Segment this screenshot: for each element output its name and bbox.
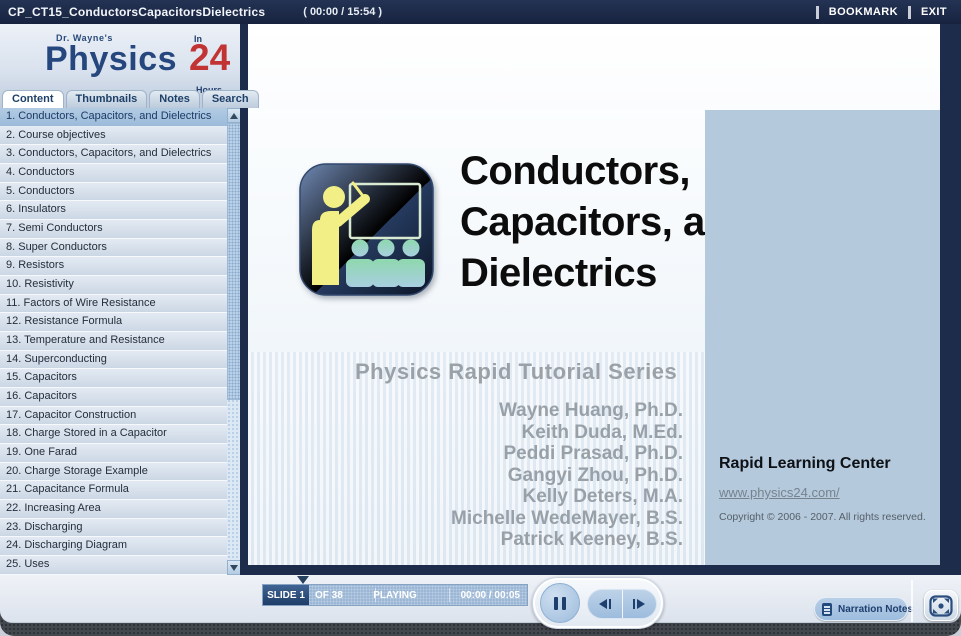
brand-heading: Rapid Learning Center — [719, 455, 891, 472]
slide-list-item[interactable]: 14. Superconducting — [0, 350, 227, 370]
pause-icon — [554, 596, 558, 610]
scroll-down-arrow-icon — [230, 564, 238, 571]
presenter-classroom-icon — [298, 162, 435, 297]
scroll-up-button[interactable] — [227, 108, 241, 123]
copyright-text: Copyright © 2006 - 2007. All rights rese… — [719, 511, 926, 523]
fullscreen-icon — [929, 594, 953, 617]
slide-progress-bar[interactable]: SLIDE 1 OF 38 PLAYING 00:00 / 00:05 — [262, 584, 528, 606]
tab-search[interactable]: Search — [201, 90, 259, 108]
fullscreen-button[interactable] — [924, 590, 958, 621]
slide-list-item[interactable]: 23. Discharging — [0, 518, 227, 538]
step-forward-icon — [637, 599, 646, 609]
author-name: Patrick Keeney, B.S. — [500, 529, 683, 550]
slide-list-item[interactable]: 15. Capacitors — [0, 369, 227, 389]
previous-slide-button[interactable] — [588, 590, 623, 618]
author-list: Wayne Huang, Ph.D. Keith Duda, M.Ed. Ped… — [451, 400, 683, 551]
slide-list-item[interactable]: 17. Capacitor Construction — [0, 406, 227, 426]
scrollbar-thumb[interactable] — [227, 123, 241, 400]
slide-list-item[interactable]: 18. Charge Stored in a Capacitor — [0, 425, 227, 445]
playback-control-bar: SLIDE 1 OF 38 PLAYING 00:00 / 00:05 Narr… — [0, 575, 961, 636]
tab-notes[interactable]: Notes — [149, 90, 200, 108]
author-name: Kelly Deters, M.A. — [522, 486, 684, 507]
branding-panel: Rapid Learning Center www.physics24.com/… — [705, 110, 940, 565]
branding-block: Rapid Learning Center www.physics24.com/… — [719, 455, 932, 523]
pause-icon — [562, 596, 566, 610]
title-bar-actions: BOOKMARK EXIT — [815, 5, 947, 19]
slide-list-item[interactable]: 6. Insulators — [0, 201, 227, 221]
separator — [815, 5, 819, 19]
slide-right-border — [940, 24, 961, 575]
sidebar-tabs: Content Thumbnails Notes Search — [2, 90, 259, 108]
website-link[interactable]: www.physics24.com/ — [719, 485, 840, 500]
slide-list-item[interactable]: 7. Semi Conductors — [0, 220, 227, 239]
slide-list-item[interactable]: 10. Resistivity — [0, 276, 227, 295]
scroll-up-arrow-icon — [230, 112, 238, 119]
slide-list-item[interactable]: 12. Resistance Formula — [0, 313, 227, 333]
step-back-icon — [598, 599, 607, 609]
slide-list-item[interactable]: 20. Charge Storage Example — [0, 462, 227, 482]
slide-list-item[interactable]: 13. Temperature and Resistance — [0, 332, 227, 351]
separator — [911, 580, 913, 622]
author-name: Michelle WedeMayer, B.S. — [451, 507, 683, 529]
scroll-down-button[interactable] — [227, 560, 241, 575]
author-name: Gangyi Zhou, Ph.D. — [507, 464, 683, 486]
slide-bottom-border — [248, 565, 940, 575]
author-name: Keith Duda, M.Ed. — [521, 421, 684, 443]
slide-list-item[interactable]: 11. Factors of Wire Resistance — [0, 294, 227, 314]
total-time-display: ( 00:00 / 15:54 ) — [303, 6, 383, 18]
tab-content[interactable]: Content — [2, 90, 64, 108]
slide-list-item[interactable]: 5. Conductors — [0, 182, 227, 202]
slide-list-item[interactable]: 8. Super Conductors — [0, 238, 227, 258]
course-player-window: CP_CT15_ConductorsCapacitorsDielectrics … — [0, 0, 961, 636]
exit-button[interactable]: EXIT — [921, 6, 947, 18]
series-subtitle: Physics Rapid Tutorial Series — [355, 359, 678, 384]
slide-list-item[interactable]: 4. Conductors — [0, 164, 227, 183]
slide-list-item[interactable]: 9. Resistors — [0, 257, 227, 277]
slide-list-item[interactable]: 3. Conductors, Capacitors, and Dielectri… — [0, 145, 227, 165]
slide-list-item[interactable]: 1. Conductors, Capacitors, and Dielectri… — [0, 108, 227, 127]
course-file-title: CP_CT15_ConductorsCapacitorsDielectrics — [8, 5, 266, 19]
step-back-icon — [608, 599, 611, 609]
toc-scrollbar[interactable] — [227, 108, 241, 575]
slide-canvas: Conductors, Capacitors, and Dielectrics … — [248, 110, 940, 565]
slide-list-item[interactable]: 19. One Farad — [0, 444, 227, 463]
tab-thumbnails[interactable]: Thumbnails — [65, 90, 148, 108]
slide-top-margin — [248, 24, 940, 110]
narration-notes-button[interactable]: Narration Notes — [814, 597, 913, 621]
slide-list-item[interactable]: 24. Discharging Diagram — [0, 537, 227, 557]
next-slide-button[interactable] — [623, 590, 657, 618]
logo-in-word: In — [194, 34, 202, 44]
slide-list-item[interactable]: 21. Capacitance Formula — [0, 481, 227, 501]
step-forward-icon — [633, 599, 636, 609]
separator — [907, 5, 911, 19]
prev-next-group — [587, 589, 657, 619]
pause-button[interactable] — [540, 583, 580, 623]
sidebar-header: Dr. Wayne's Physics 24 In Hours Content … — [0, 24, 259, 108]
slide-list-item[interactable]: 22. Increasing Area — [0, 500, 227, 519]
author-name: Wayne Huang, Ph.D. — [498, 400, 683, 421]
playhead-marker-icon[interactable] — [297, 576, 309, 584]
slide-list-item[interactable]: 16. Capacitors — [0, 388, 227, 407]
slide-time-display: 00:00 / 00:05 — [460, 590, 521, 601]
separator — [449, 588, 450, 602]
title-bar: CP_CT15_ConductorsCapacitorsDielectrics … — [0, 0, 961, 24]
slide-list: 1. Conductors, Capacitors, and Dielectri… — [0, 108, 227, 575]
slide-list-item[interactable]: 2. Course objectives — [0, 126, 227, 146]
bookmark-button[interactable]: BOOKMARK — [829, 6, 898, 18]
physics24-logo: Physics — [45, 40, 178, 78]
notes-document-icon — [822, 602, 832, 616]
narration-notes-label: Narration Notes — [838, 603, 914, 615]
slide-list-item[interactable]: 25. Uses — [0, 556, 227, 575]
author-name: Peddi Prasad, Ph.D. — [503, 443, 684, 464]
transport-controls — [532, 577, 664, 629]
